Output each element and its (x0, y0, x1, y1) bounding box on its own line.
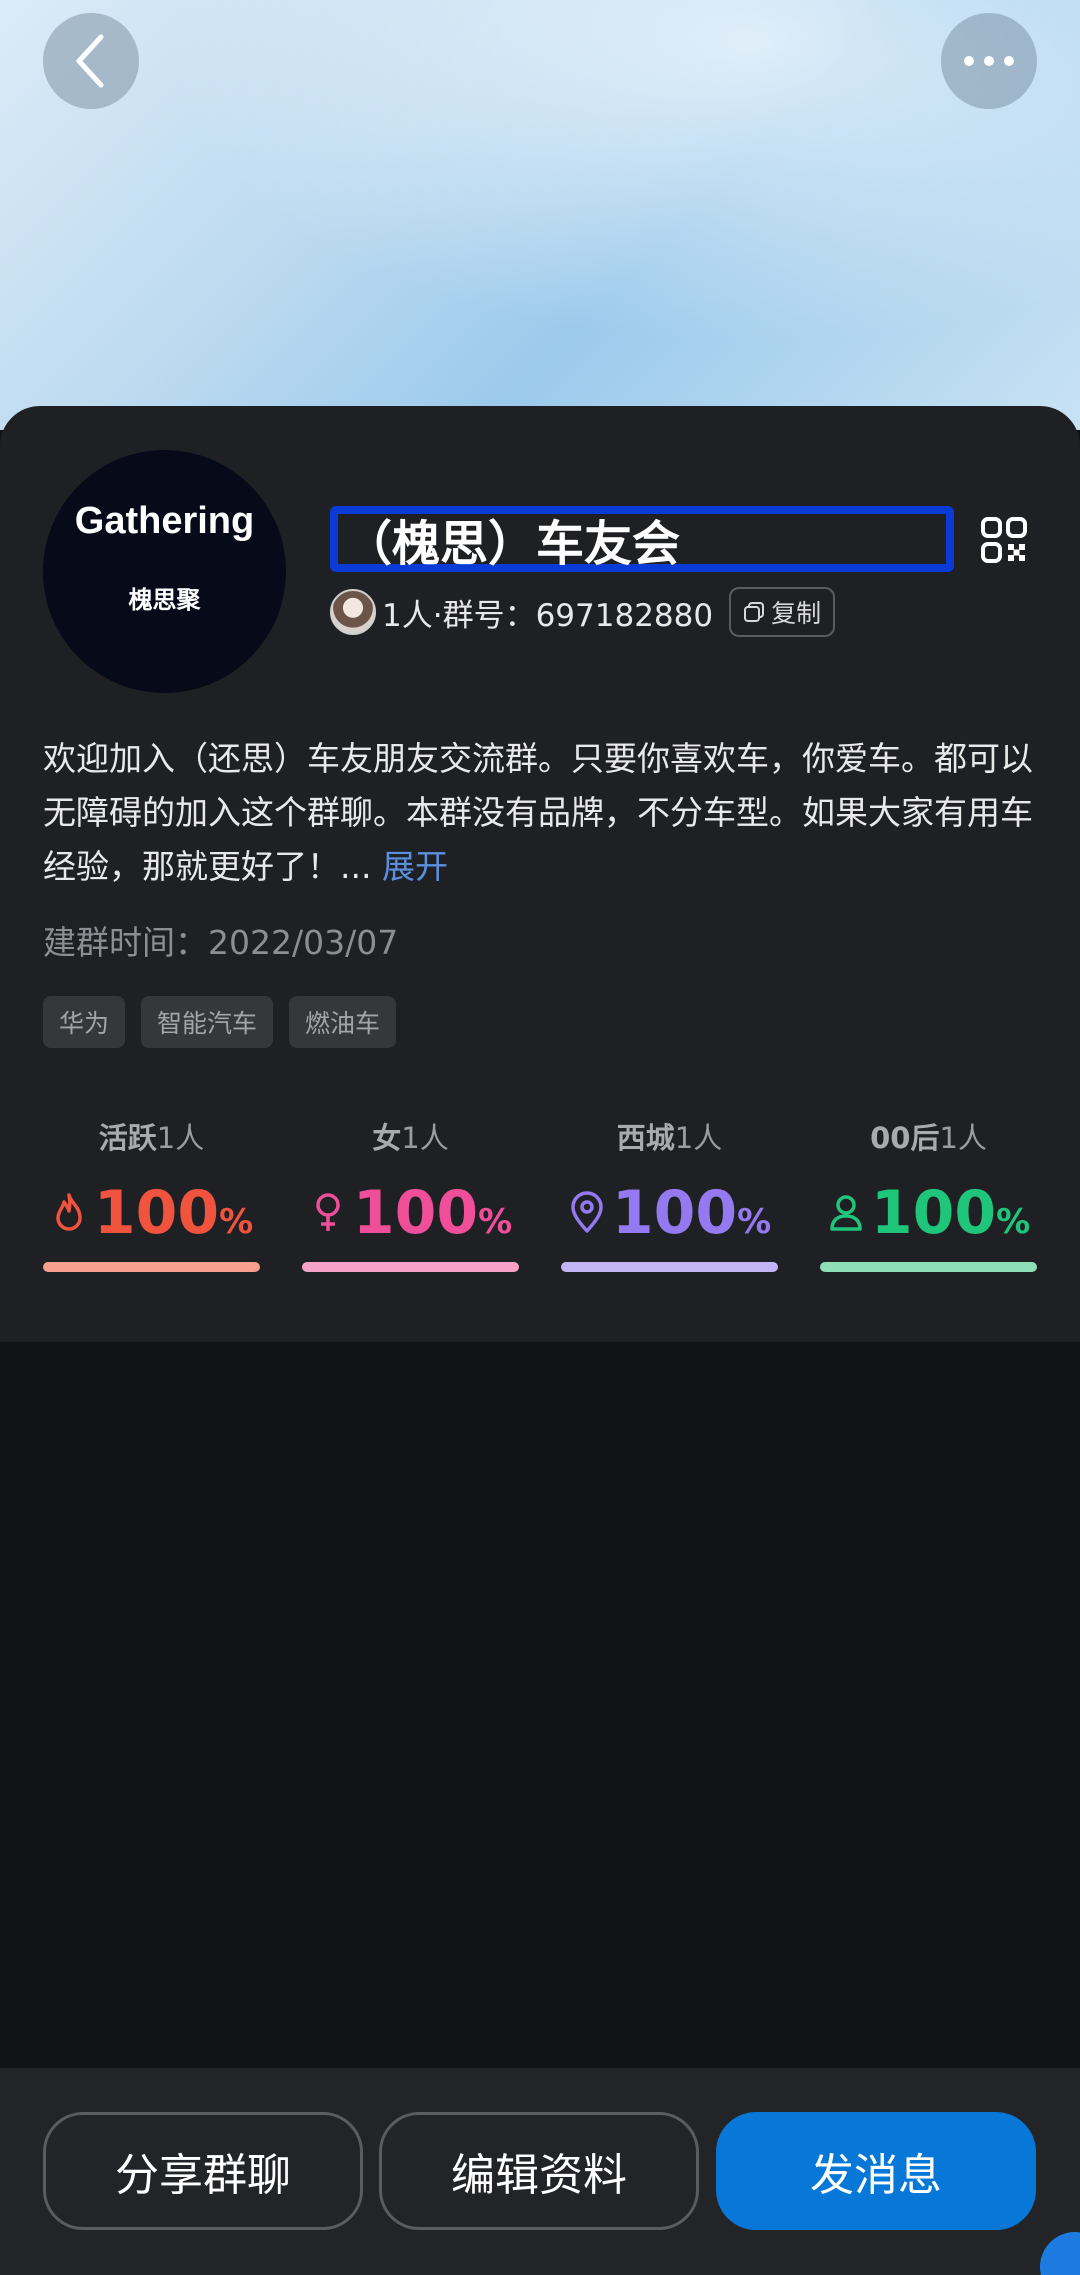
created-date: 建群时间：2022/03/07 (43, 923, 399, 962)
header-background (0, 0, 1080, 430)
stat-bar (561, 1262, 778, 1272)
group-meta-row: 1人·群号：697182880 复制 (330, 586, 836, 638)
stat-age[interactable]: 00后1人 100% (820, 1116, 1037, 1272)
stat-bar (302, 1262, 519, 1272)
stat-value: 100 (870, 1178, 997, 1248)
tag-item[interactable]: 华为 (43, 996, 126, 1048)
stat-bar (43, 1262, 260, 1272)
group-name-highlight: （槐思）车友会 (330, 506, 954, 572)
copy-group-id-button[interactable]: 复制 (729, 587, 836, 637)
copy-label: 复制 (771, 599, 822, 628)
stat-value-row: 100% (43, 1178, 260, 1248)
person-icon (830, 1195, 862, 1231)
stat-label: 活跃1人 (98, 1121, 205, 1155)
stat-unit: % (219, 1202, 254, 1242)
group-info-card: Gathering 槐思聚 （槐思）车友会 1人·群号：697182880 复制… (0, 406, 1080, 1342)
description-text: 欢迎加入（还思）车友朋友交流群。只要你喜欢车，你爱车。都可以无障碍的加入这个群聊… (43, 739, 1033, 886)
stat-unit: % (737, 1202, 772, 1242)
qr-code-icon[interactable] (980, 516, 1028, 564)
stat-female[interactable]: 女1人 100% (302, 1116, 519, 1272)
tag-item[interactable]: 智能汽车 (141, 996, 274, 1048)
stat-bar (820, 1262, 1037, 1272)
expand-link[interactable]: 展开 (382, 847, 448, 886)
stat-unit: % (996, 1202, 1031, 1242)
send-message-button[interactable]: 发消息 (716, 2112, 1036, 2230)
more-button[interactable] (941, 13, 1037, 109)
group-name: （槐思）车友会 (344, 516, 681, 572)
stat-value-row: 100% (302, 1178, 519, 1248)
copy-icon (744, 602, 765, 622)
female-icon (316, 1193, 340, 1231)
group-profile-page: Gathering 槐思聚 （槐思）车友会 1人·群号：697182880 复制… (0, 0, 1080, 2275)
back-button[interactable] (43, 13, 139, 109)
stat-value: 100 (93, 1178, 220, 1248)
member-stats: 活跃1人 100% 女1人 100% 西城1人 100 % 00后1人 100 … (43, 1116, 1037, 1272)
stat-unit: % (478, 1202, 513, 1242)
stat-value: 100 (352, 1178, 479, 1248)
more-horizontal-icon (964, 56, 1014, 66)
stat-value-row: 100% (561, 1178, 778, 1248)
member-avatar[interactable] (330, 589, 376, 635)
stat-label: 00后1人 (870, 1121, 987, 1155)
chevron-left-icon (76, 34, 104, 88)
stat-label: 西城1人 (616, 1121, 723, 1155)
tag-list: 华为 智能汽车 燃油车 (43, 996, 397, 1048)
group-description: 欢迎加入（还思）车友朋友交流群。只要你喜欢车，你爱车。都可以无障碍的加入这个群聊… (43, 732, 1043, 894)
avatar-title: Gathering (74, 500, 255, 542)
stat-location[interactable]: 西城1人 100% (561, 1116, 778, 1272)
group-avatar[interactable]: Gathering 槐思聚 (43, 450, 286, 693)
stat-value: 100 (611, 1178, 738, 1248)
share-group-button[interactable]: 分享群聊 (43, 2112, 363, 2230)
bottom-action-bar: 分享群聊 编辑资料 发消息 (0, 2068, 1080, 2275)
stat-label: 女1人 (372, 1121, 449, 1155)
edit-profile-button[interactable]: 编辑资料 (379, 2112, 699, 2230)
flame-icon (56, 1193, 82, 1231)
avatar-subtitle: 槐思聚 (128, 586, 201, 614)
stat-active[interactable]: 活跃1人 100% (43, 1116, 260, 1272)
tag-item[interactable]: 燃油车 (289, 996, 397, 1048)
stat-value-row: 100% (820, 1178, 1037, 1248)
location-pin-icon (571, 1191, 603, 1233)
member-count-and-group-id: 1人·群号：697182880 (382, 597, 714, 634)
